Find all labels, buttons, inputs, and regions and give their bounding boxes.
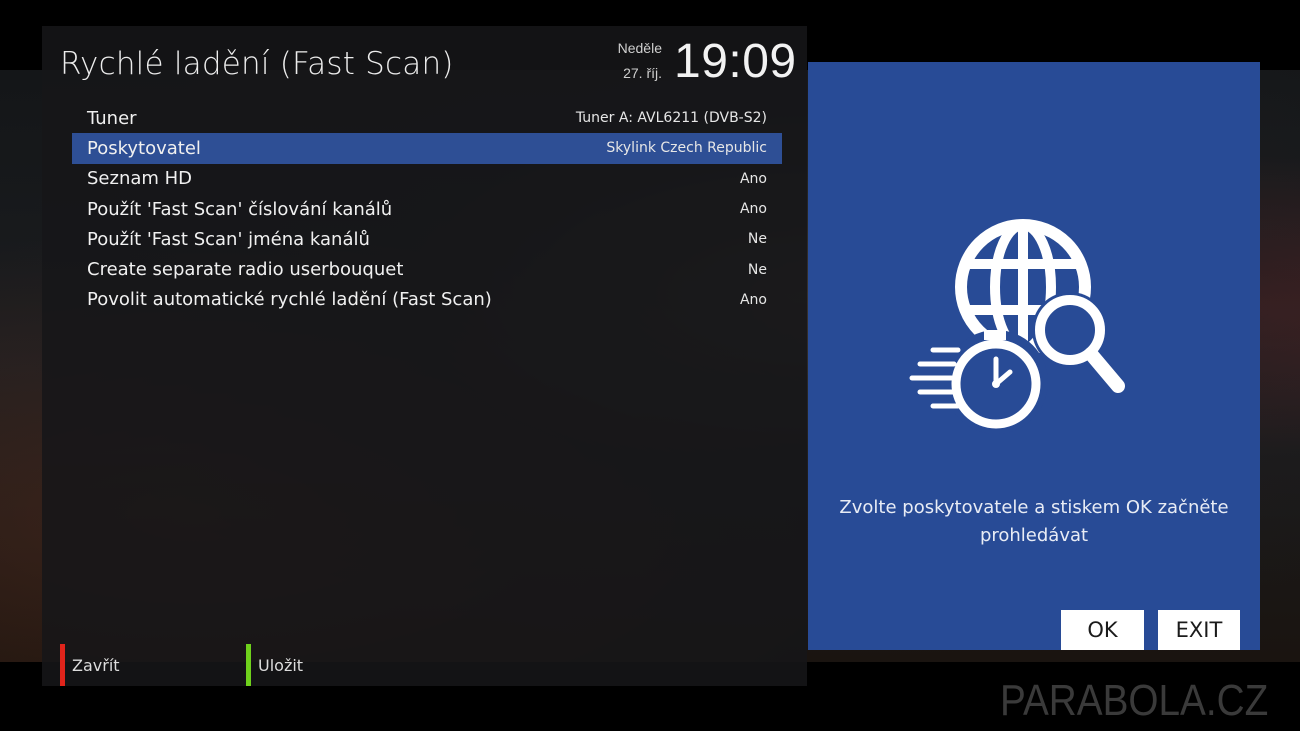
- setting-label: Seznam HD: [87, 168, 193, 190]
- setting-label: Použít 'Fast Scan' číslování kanálů: [87, 198, 393, 220]
- globe-search-stopwatch-icon: [909, 219, 1125, 434]
- setting-radio-userbouquet[interactable]: Create separate radio userbouquet Ne: [72, 254, 782, 284]
- green-key-indicator: [246, 644, 251, 686]
- setting-label: Tuner: [87, 107, 137, 129]
- ok-button[interactable]: OK: [1061, 610, 1144, 650]
- green-key-save[interactable]: Uložit: [246, 644, 303, 686]
- weekday: Neděle: [617, 40, 662, 56]
- watermark: PARABOLA.CZ: [1000, 676, 1269, 725]
- setting-value: Tuner A: AVL6211 (DVB-S2): [575, 110, 767, 127]
- info-panel: Zvolte poskytovatele a stiskem OK začnět…: [808, 62, 1260, 650]
- setting-channel-numbering[interactable]: Použít 'Fast Scan' číslování kanálů Ano: [72, 194, 782, 224]
- setting-provider[interactable]: Poskytovatel Skylink Czech Republic: [72, 133, 782, 164]
- tv-screen: Rychlé ladění (Fast Scan) Neděle 27. říj…: [0, 0, 1300, 731]
- setting-value: Ne: [747, 261, 767, 278]
- setting-value: Ano: [739, 201, 767, 218]
- setting-label: Poskytovatel: [87, 137, 201, 159]
- green-key-label: Uložit: [258, 655, 304, 675]
- setting-tuner[interactable]: Tuner Tuner A: AVL6211 (DVB-S2): [72, 103, 782, 133]
- red-key-label: Zavřít: [72, 655, 120, 675]
- date: 27. říj.: [623, 65, 662, 81]
- settings-list: Tuner Tuner A: AVL6211 (DVB-S2) Poskytov…: [72, 103, 782, 315]
- exit-button[interactable]: EXIT: [1158, 610, 1240, 650]
- setting-value: Ano: [739, 291, 767, 308]
- red-key-indicator: [60, 644, 65, 686]
- setting-auto-fast-scan[interactable]: Povolit automatické rychlé ladění (Fast …: [72, 285, 782, 315]
- red-key-close[interactable]: Zavřít: [60, 644, 120, 686]
- setting-label: Povolit automatické rychlé ladění (Fast …: [87, 289, 492, 311]
- setting-value: Skylink Czech Republic: [606, 140, 767, 157]
- info-message: Zvolte poskytovatele a stiskem OK začnět…: [839, 497, 1229, 546]
- setting-channel-names[interactable]: Použít 'Fast Scan' jména kanálů Ne: [72, 224, 782, 254]
- page-title: Rychlé ladění (Fast Scan): [60, 46, 454, 82]
- setting-label: Použít 'Fast Scan' jména kanálů: [87, 228, 370, 250]
- clock: 19:09: [674, 35, 797, 88]
- setting-hd-list[interactable]: Seznam HD Ano: [72, 164, 782, 194]
- setting-value: Ano: [739, 170, 767, 187]
- fast-scan-menu: Rychlé ladění (Fast Scan) Neděle 27. říj…: [42, 26, 807, 686]
- setting-value: Ne: [747, 231, 767, 248]
- setting-label: Create separate radio userbouquet: [87, 259, 404, 281]
